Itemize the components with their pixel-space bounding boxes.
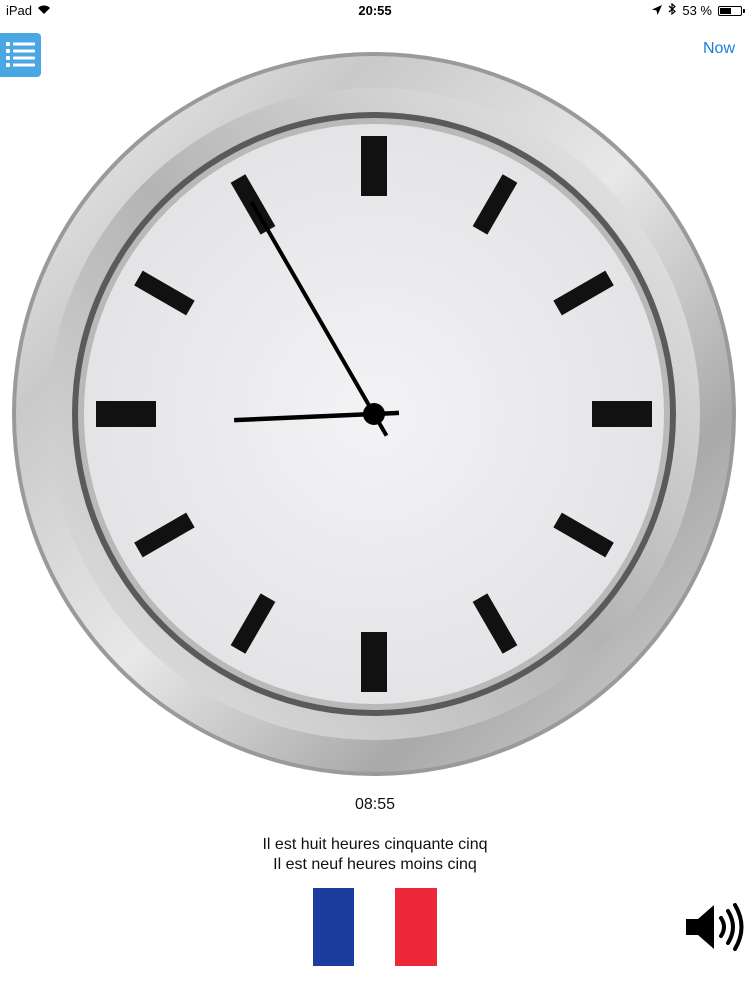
battery-fill bbox=[720, 7, 731, 14]
hour-marker bbox=[361, 632, 387, 692]
flag-stripe-white bbox=[354, 888, 396, 966]
status-bar: iPad 20:55 53 % bbox=[0, 0, 750, 22]
bluetooth-icon bbox=[668, 2, 677, 18]
hour-marker bbox=[361, 136, 387, 196]
hour-marker bbox=[96, 401, 156, 427]
france-flag-icon[interactable] bbox=[313, 888, 437, 966]
flag-stripe-red bbox=[395, 888, 437, 966]
time-phrase-2: Il est neuf heures moins cinq bbox=[273, 856, 477, 873]
location-arrow-icon bbox=[652, 3, 663, 18]
digital-time: 08:55 bbox=[354, 796, 396, 813]
analog-clock bbox=[12, 52, 736, 776]
status-time: 20:55 bbox=[358, 3, 392, 18]
time-phrase-1: Il est huit heures cinquante cinq bbox=[262, 836, 488, 853]
battery-icon bbox=[718, 5, 745, 16]
speaker-button[interactable] bbox=[684, 902, 746, 952]
center-pin bbox=[363, 403, 385, 425]
clock-app-screen: iPad 20:55 53 % Now 08:55 Il est huit he… bbox=[0, 0, 750, 1000]
speaker-icon bbox=[686, 903, 744, 951]
battery-percent: 53 % bbox=[682, 3, 712, 18]
hour-marker bbox=[592, 401, 652, 427]
flag-stripe-blue bbox=[313, 888, 355, 966]
